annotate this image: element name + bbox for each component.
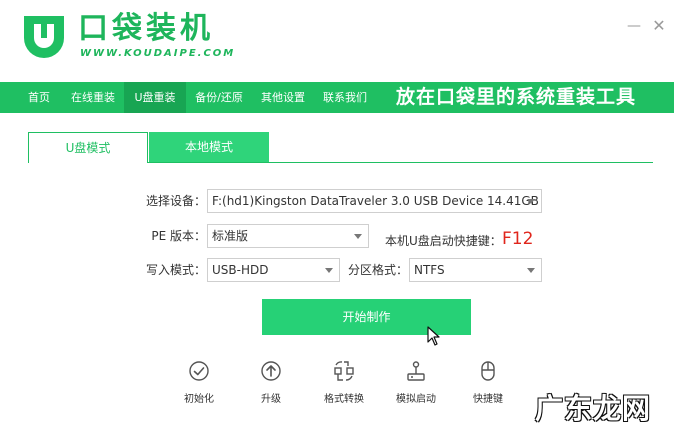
tab-local-mode[interactable]: 本地模式 — [149, 132, 269, 163]
tool-upgrade-label: 升级 — [261, 394, 281, 405]
joystick-icon — [407, 361, 425, 381]
device-select[interactable]: F:(hd1)Kingston DataTraveler 3.0 USB Dev… — [207, 189, 542, 213]
write-mode-select[interactable]: USB-HDD — [207, 258, 340, 282]
tool-simulate-boot[interactable]: 模拟启动 — [386, 360, 446, 405]
brand-url: WWW.KOUDAIPE.COM — [80, 48, 236, 59]
chevron-down-icon — [354, 234, 362, 239]
chevron-down-icon — [325, 268, 333, 273]
tool-format-convert[interactable]: 格式转换 — [314, 360, 374, 405]
pe-version-select[interactable]: 标准版 — [207, 224, 369, 248]
nav-item-other-settings[interactable]: 其他设置 — [252, 82, 314, 113]
hotkey-label: 本机U盘启动快捷键： — [385, 234, 502, 248]
device-label: 选择设备： — [145, 194, 206, 208]
close-button[interactable]: ✕ — [651, 18, 667, 34]
main-nav: 首页 在线重装 U盘重装 备份/还原 其他设置 联系我们 放在口袋里的系统重装工… — [0, 82, 674, 113]
partition-select[interactable]: NTFS — [409, 258, 542, 282]
nav-item-backup-restore[interactable]: 备份/还原 — [186, 82, 252, 113]
format-convert-icon — [334, 361, 354, 381]
usb-panel: U盘模式 本地模式 选择设备： F:(hd1)Kingston DataTrav… — [0, 113, 674, 431]
tool-initialize-label: 初始化 — [184, 394, 214, 405]
hotkey-value: F12 — [502, 229, 534, 249]
chevron-down-icon — [527, 268, 535, 273]
tab-usb-mode[interactable]: U盘模式 — [28, 132, 148, 163]
tool-initialize[interactable]: 初始化 — [169, 360, 229, 405]
nav-item-contact-us[interactable]: 联系我们 — [314, 82, 376, 113]
upload-arrow-icon — [261, 361, 281, 381]
tool-hotkey[interactable]: 快捷键 — [458, 360, 518, 405]
check-circle-icon — [189, 361, 209, 381]
mouse-cursor-icon — [427, 326, 440, 346]
partition-value: NTFS — [414, 263, 445, 277]
minimize-button[interactable]: — — [626, 18, 642, 34]
tool-format-convert-label: 格式转换 — [324, 394, 364, 405]
nav-item-online-reinstall[interactable]: 在线重装 — [62, 82, 124, 113]
partition-label: 分区格式： — [347, 263, 408, 277]
chevron-down-icon — [527, 199, 535, 204]
tool-simulate-boot-label: 模拟启动 — [396, 394, 436, 405]
nav-slogan: 放在口袋里的系统重装工具 — [396, 86, 637, 108]
device-select-value: F:(hd1)Kingston DataTraveler 3.0 USB Dev… — [212, 194, 539, 208]
tool-hotkey-label: 快捷键 — [473, 394, 503, 405]
pe-version-label: PE 版本： — [151, 229, 206, 243]
write-mode-value: USB-HDD — [212, 263, 269, 277]
nav-item-usb-reinstall[interactable]: U盘重装 — [124, 82, 186, 113]
watermark-text: 广东龙网 — [535, 392, 652, 425]
mouse-icon — [481, 361, 495, 381]
brand-title: 口袋装机 — [78, 11, 214, 46]
app-header: 口袋装机 WWW.KOUDAIPE.COM — ✕ — [0, 0, 674, 82]
tool-upgrade[interactable]: 升级 — [241, 360, 301, 405]
pocket-logo-icon — [24, 16, 64, 58]
nav-item-home[interactable]: 首页 — [16, 82, 62, 113]
pe-version-value: 标准版 — [212, 229, 249, 243]
write-mode-label: 写入模式： — [145, 263, 206, 277]
